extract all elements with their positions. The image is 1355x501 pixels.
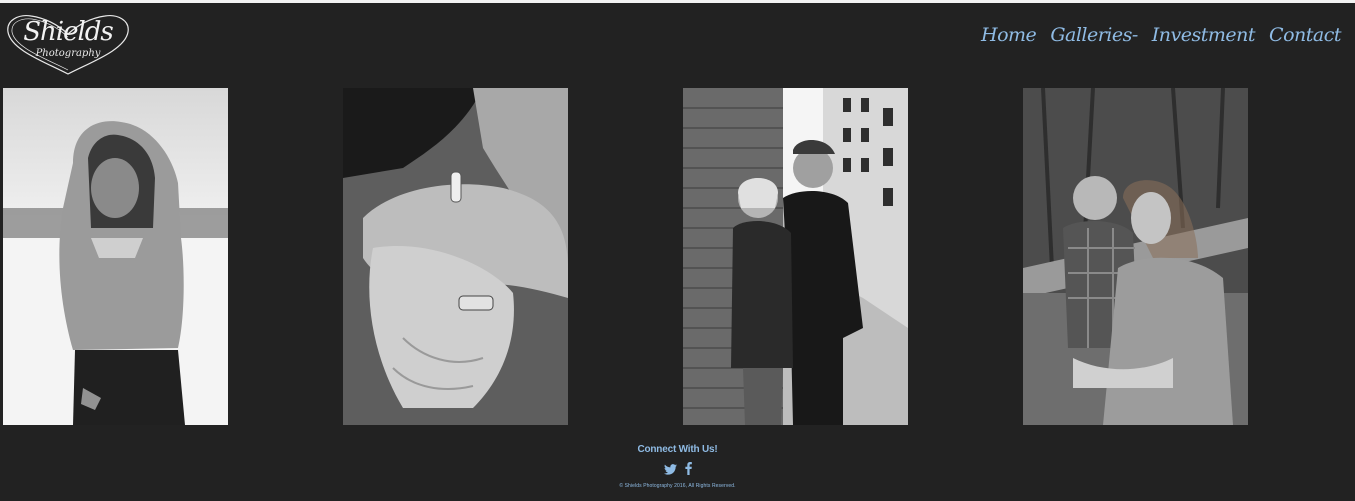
nav-contact[interactable]: Contact xyxy=(1269,24,1341,46)
brand-tagline: Photography xyxy=(35,48,101,59)
main-nav: Home Galleries- Investment Contact xyxy=(981,24,1341,46)
nav-galleries[interactable]: Galleries- xyxy=(1050,24,1138,46)
connect-label: Connect With Us! xyxy=(637,444,718,455)
brand-name: Shields xyxy=(23,17,114,47)
twitter-icon[interactable] xyxy=(663,460,677,479)
copyright-text: © Shields Photography 2016, All Rights R… xyxy=(619,483,736,489)
nav-investment[interactable]: Investment xyxy=(1152,24,1256,46)
logo[interactable]: Shields Photography xyxy=(5,12,131,76)
social-links xyxy=(0,460,1355,479)
facebook-icon[interactable] xyxy=(684,460,692,479)
gallery-photo-2[interactable] xyxy=(343,88,568,425)
gallery-photo-3[interactable] xyxy=(683,88,908,425)
footer: Connect With Us! © Shields Photography 2… xyxy=(0,444,1355,489)
gallery-photo-4[interactable] xyxy=(1023,88,1248,425)
gallery-photo-1[interactable] xyxy=(3,88,228,425)
nav-home[interactable]: Home xyxy=(981,24,1037,46)
top-border xyxy=(0,0,1355,3)
